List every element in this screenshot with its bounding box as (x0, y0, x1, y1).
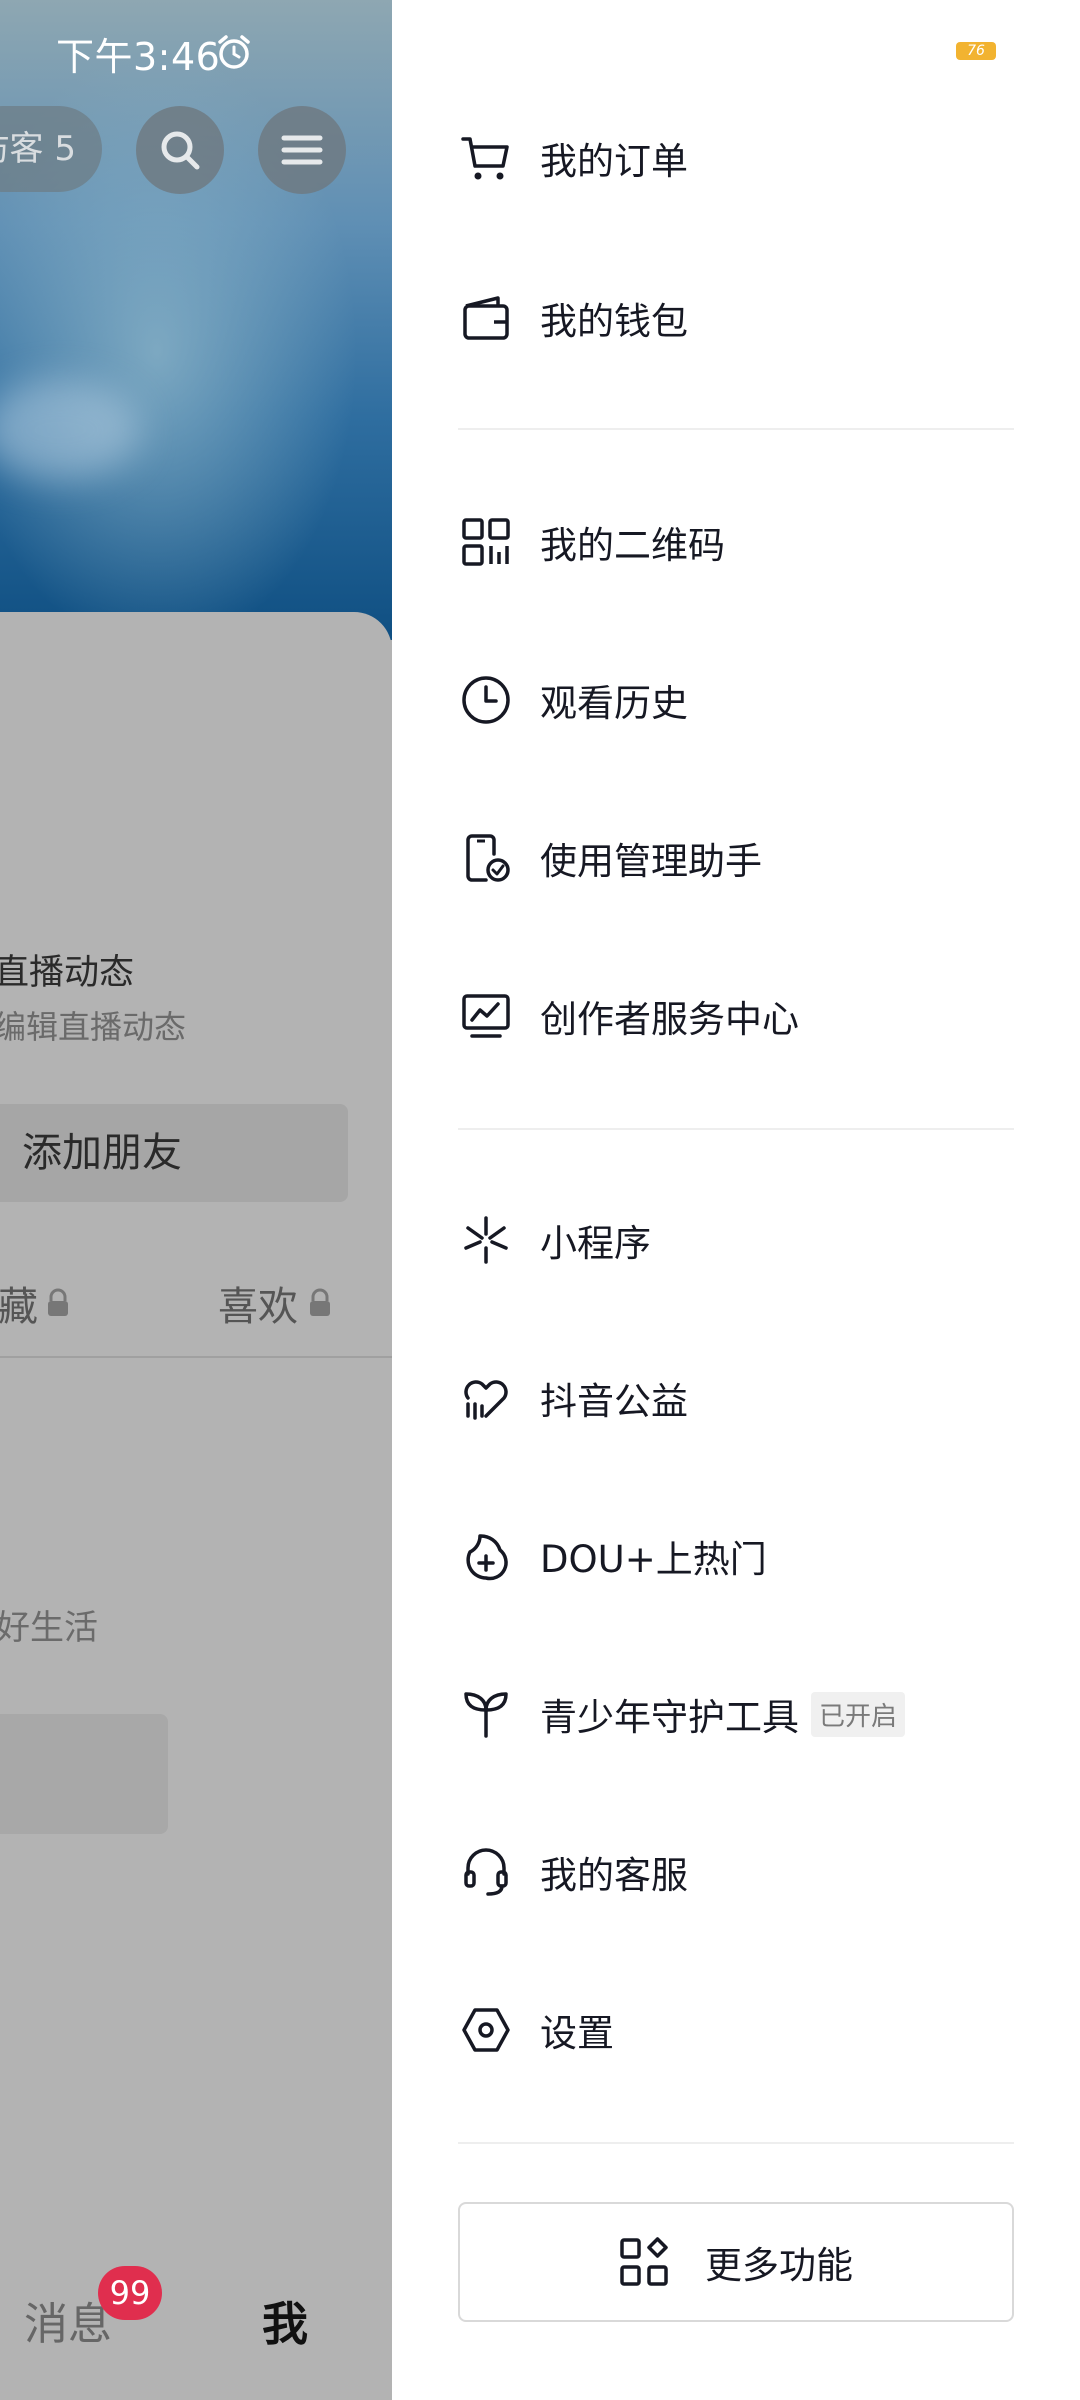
battery-indicator: 76 (956, 42, 996, 60)
life-text: 好生活 (0, 1608, 98, 1648)
sprout-icon (458, 1686, 514, 1742)
charity-heart-icon (458, 1370, 514, 1426)
status-time: 下午3:46 (56, 35, 221, 79)
more-features-button[interactable]: 更多功能 (458, 2202, 1014, 2322)
menu-item-label: 小程序 (540, 1222, 651, 1265)
menu-divider (458, 2142, 1014, 2144)
menu-divider (458, 428, 1014, 430)
side-drawer: 76 我的订单 我的钱包 我的二维码 观看历史 使用管理助手 创作者服务中心 小… (392, 0, 1080, 2400)
menu-item-charity[interactable]: 抖音公益 (458, 1348, 1018, 1448)
tab-favorites[interactable]: 藏 (0, 1274, 70, 1332)
flame-plus-icon (458, 1528, 514, 1584)
tab-favorites-label: 藏 (0, 1284, 38, 1330)
menu-item-orders[interactable]: 我的订单 (458, 108, 1018, 208)
profile-card (0, 612, 392, 2400)
menu-item-label: 使用管理助手 (540, 840, 762, 883)
add-friend-button[interactable]: 添加朋友 (0, 1104, 348, 1202)
tab-likes[interactable]: 喜欢 (218, 1274, 332, 1332)
live-dynamic-title: 直播动态 (0, 953, 135, 993)
search-icon (161, 131, 200, 170)
visitor-count-pill[interactable]: 访客 5 (0, 106, 102, 192)
live-dynamic-subtitle: 编辑直播动态 (0, 1008, 187, 1046)
creator-chart-icon (458, 988, 514, 1044)
menu-item-label: 我的客服 (540, 1854, 688, 1897)
alarm-icon (214, 32, 254, 72)
menu-item-dou-plus[interactable]: DOU+上热门 (458, 1506, 1018, 1606)
menu-item-qrcode[interactable]: 我的二维码 (458, 492, 1018, 592)
cart-icon (458, 130, 514, 186)
menu-item-label: DOU+上热门 (540, 1538, 767, 1581)
more-features-label: 更多功能 (705, 2244, 853, 2287)
menu-item-label: 我的订单 (540, 140, 688, 183)
menu-item-label: 我的钱包 (540, 300, 688, 343)
tab-divider (0, 1356, 392, 1358)
menu-item-history[interactable]: 观看历史 (458, 650, 1018, 750)
phone-check-icon (458, 830, 514, 886)
placeholder-block (0, 1714, 168, 1834)
menu-divider (458, 1128, 1014, 1130)
background-profile-page: 下午3:46 访客 5 直播动态 编辑直播动态 添加朋友 藏 喜欢 (0, 0, 392, 2400)
menu-item-label: 设置 (540, 2012, 614, 2055)
menu-item-label: 创作者服务中心 (540, 998, 799, 1041)
lock-icon (310, 1288, 330, 1316)
tab-likes-label: 喜欢 (218, 1284, 298, 1330)
wallet-icon (458, 290, 514, 346)
mini-program-icon (458, 1212, 514, 1268)
nav-me[interactable]: 我 (262, 2288, 308, 2354)
menu-item-mini-program[interactable]: 小程序 (458, 1190, 1018, 1290)
lock-icon (48, 1288, 68, 1316)
headset-icon (458, 1844, 514, 1900)
profile-cover-image (0, 0, 392, 640)
menu-item-label: 我的二维码 (540, 524, 725, 567)
grid-apps-icon (620, 2237, 668, 2286)
menu-item-settings[interactable]: 设置 (458, 1980, 1018, 2080)
menu-button[interactable] (258, 106, 346, 194)
menu-item-label: 观看历史 (540, 682, 688, 725)
menu-item-wallet[interactable]: 我的钱包 (458, 268, 1018, 368)
messages-badge: 99 (98, 2266, 162, 2320)
menu-item-label: 青少年守护工具 (540, 1696, 799, 1739)
settings-hexagon-icon (458, 2002, 514, 2058)
status-badge: 已开启 (811, 1691, 906, 1737)
menu-item-customer-service[interactable]: 我的客服 (458, 1822, 1018, 1922)
search-button[interactable] (136, 106, 224, 194)
menu-item-usage-assistant[interactable]: 使用管理助手 (458, 808, 1018, 908)
menu-item-creator-center[interactable]: 创作者服务中心 (458, 966, 1018, 1066)
menu-item-label: 抖音公益 (540, 1380, 688, 1423)
qrcode-icon (458, 514, 514, 570)
hamburger-icon (281, 135, 323, 165)
clock-icon (458, 672, 514, 728)
menu-item-youth-protection[interactable]: 青少年守护工具 已开启 (458, 1664, 1018, 1764)
